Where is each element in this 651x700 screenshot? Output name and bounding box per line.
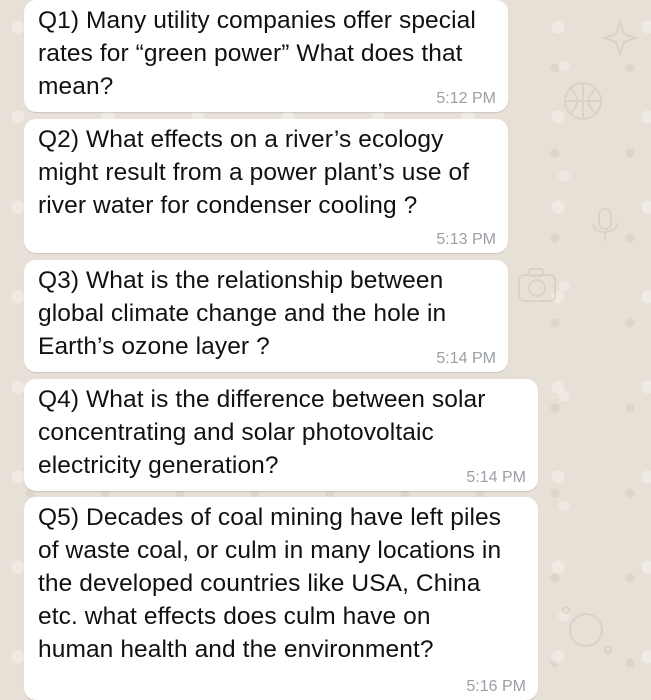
message-text: Q4) What is the difference between solar… xyxy=(38,386,486,479)
message-bubble-q5[interactable]: Q5) Decades of coal mining have left pil… xyxy=(24,497,538,700)
message-bubble-q3[interactable]: Q3) What is the relationship between glo… xyxy=(24,260,508,372)
message-text: Q3) What is the relationship between glo… xyxy=(38,267,447,360)
message-bubble-q2[interactable]: Q2) What effects on a river’s ecology mi… xyxy=(24,119,508,253)
message-timestamp: 5:14 PM xyxy=(436,350,496,367)
message-timestamp: 5:14 PM xyxy=(466,469,526,486)
message-text: Q2) What effects on a river’s ecology mi… xyxy=(38,126,470,219)
message-bubble-q1[interactable]: Q1) Many utility companies offer special… xyxy=(24,0,508,112)
chat-message-list[interactable]: Q1) Many utility companies offer special… xyxy=(0,0,651,700)
message-timestamp: 5:12 PM xyxy=(436,90,496,107)
message-text: Q5) Decades of coal mining have left pil… xyxy=(38,504,502,663)
message-text: Q1) Many utility companies offer special… xyxy=(38,7,476,100)
message-timestamp: 5:13 PM xyxy=(436,231,496,248)
message-bubble-q4[interactable]: Q4) What is the difference between solar… xyxy=(24,379,538,491)
message-timestamp: 5:16 PM xyxy=(466,678,526,695)
